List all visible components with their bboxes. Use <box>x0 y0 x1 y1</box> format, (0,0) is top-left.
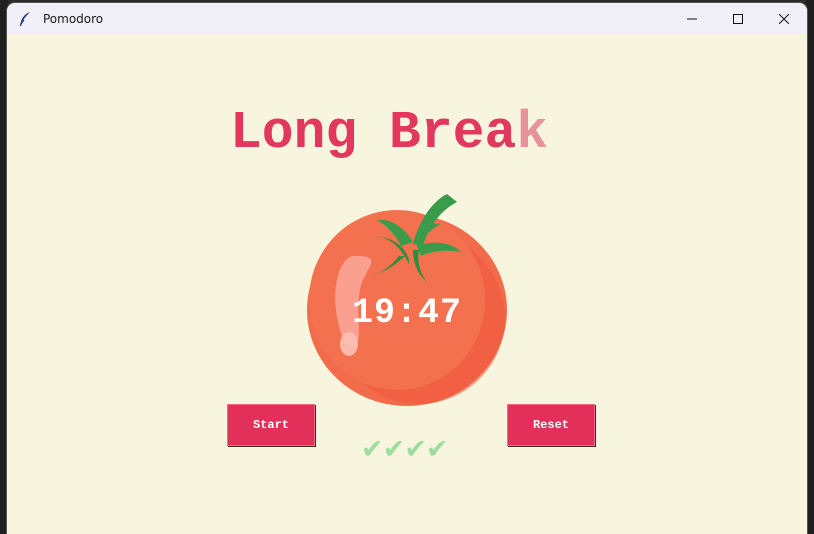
maximize-icon <box>733 13 743 24</box>
close-button[interactable] <box>761 3 807 34</box>
heading-last-char: k <box>516 103 549 163</box>
start-button[interactable]: Start <box>227 404 315 446</box>
window-controls <box>669 3 807 34</box>
timer-display: 19:47 <box>351 293 463 333</box>
reset-button[interactable]: Reset <box>507 404 595 446</box>
mode-heading: Long Break <box>230 103 548 163</box>
desktop-background-right <box>806 0 814 534</box>
maximize-button[interactable] <box>715 3 761 34</box>
minimize-button[interactable] <box>669 3 715 34</box>
main-canvas: Long Break 19:47 Start Reset ✔✔✔✔ <box>7 34 807 534</box>
session-checkmarks: ✔✔✔✔ <box>361 434 449 465</box>
feather-icon <box>17 11 33 27</box>
window-title: Pomodoro <box>43 11 104 26</box>
title-bar[interactable]: Pomodoro <box>7 3 807 34</box>
heading-text: Long Brea <box>230 103 517 163</box>
app-window: Pomodoro Long Break 19:47 Start Reset ✔✔… <box>7 3 807 534</box>
minimize-icon <box>687 18 697 19</box>
close-icon <box>779 13 789 24</box>
